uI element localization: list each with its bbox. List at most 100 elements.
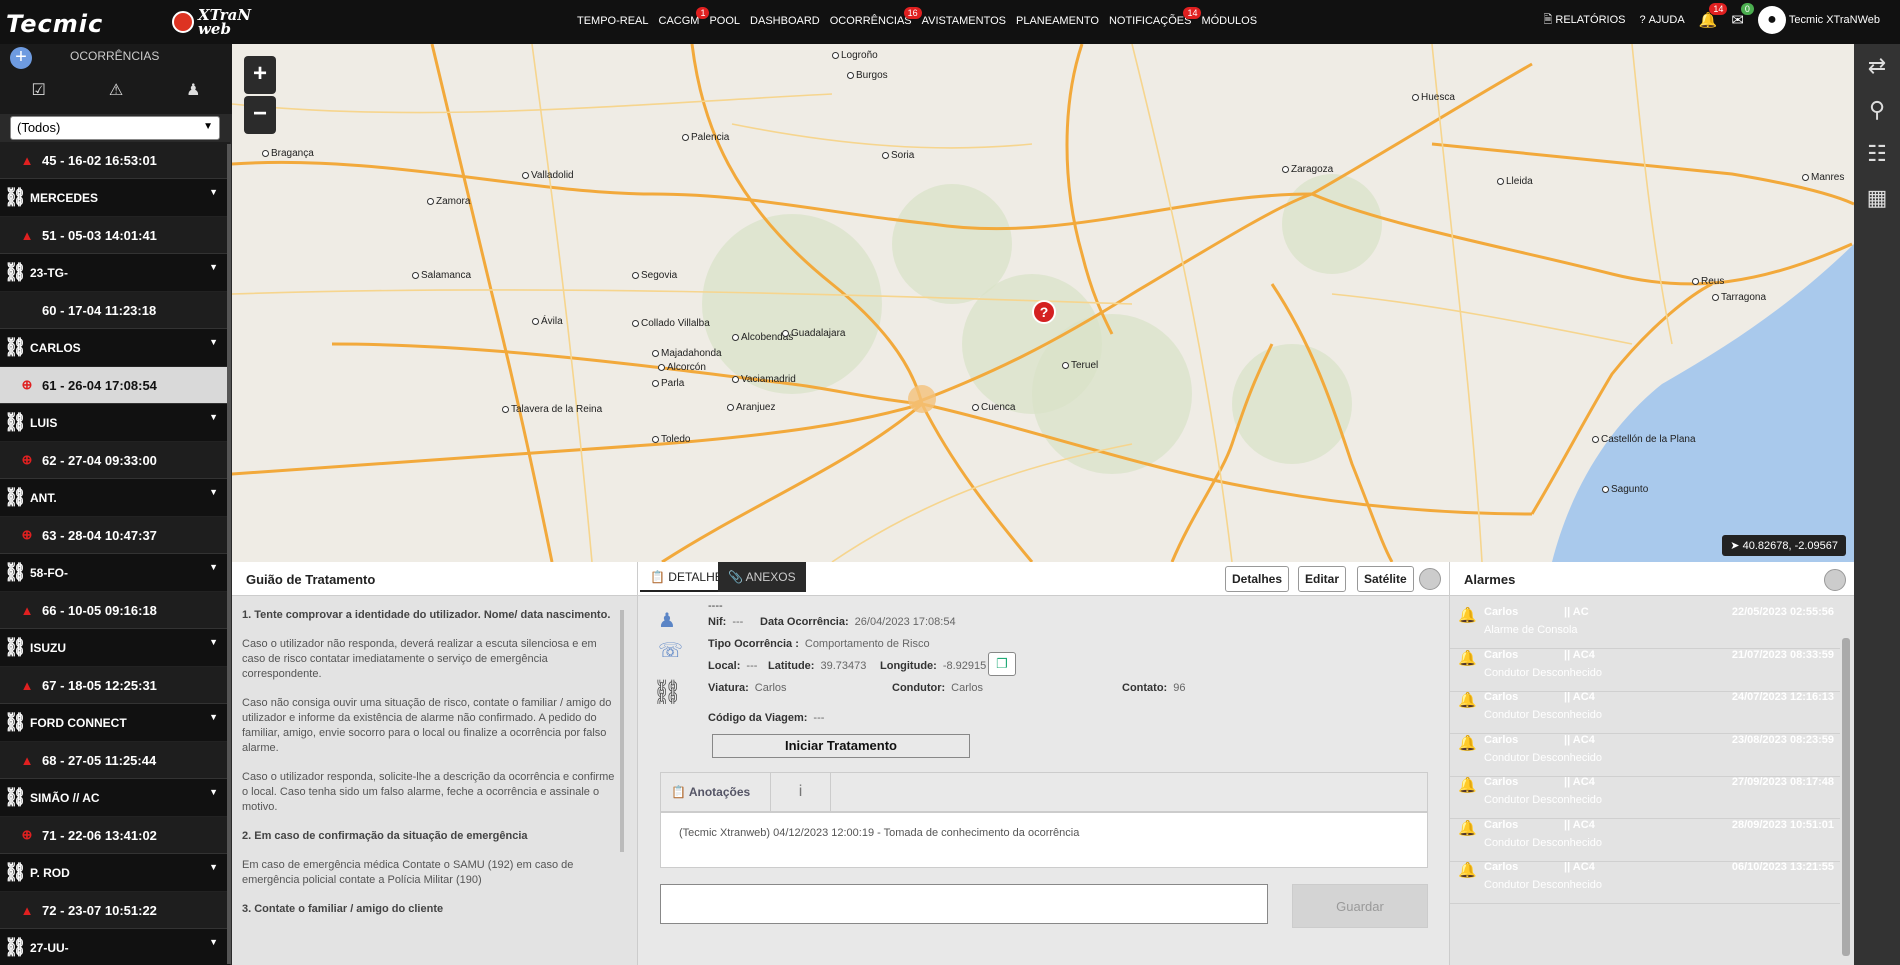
logo-line2: web [198,20,231,38]
vehicle-name: P. ROD [30,865,70,880]
occurrence-item[interactable]: ⊕ 71 - 22-06 13:41:02 [0,817,230,854]
help-link[interactable]: ? AJUDA [1639,14,1684,26]
occurrence-marker[interactable]: ? [1032,300,1056,324]
collapse-arrow-icon[interactable]: ▼ [209,337,218,347]
occurrence-item[interactable]: ▲ 51 - 05-03 14:01:41 [0,217,230,254]
nav-tempo-real[interactable]: TEMPO-REAL [577,15,649,27]
occurrence-item[interactable]: ⊕ 62 - 27-04 09:33:00 [0,442,230,479]
edit-button[interactable]: Editar [1298,566,1347,592]
zoom-in-button[interactable]: + [244,56,276,94]
vehicle-group[interactable]: ⛓ 58-FO- ▼ [0,554,230,592]
tecmic-logo[interactable]: Tecmic [6,10,103,38]
vehicle-group[interactable]: ⛓ ANT. ▼ [0,479,230,517]
city-label: Aranjuez [727,402,775,413]
alarms-scrollbar[interactable] [1842,638,1850,956]
alarm-date: 06/10/2023 13:21:55 [1731,861,1834,873]
details-button[interactable]: Detalhes [1225,566,1290,592]
collapse-arrow-icon[interactable]: ▼ [209,637,218,647]
target-icon: ⊕ [21,377,33,392]
occurrence-item[interactable]: ▲ 67 - 18-05 12:25:31 [0,667,230,704]
nav-m-dulos[interactable]: MÓDULOS [1201,15,1257,27]
collapse-arrow-icon[interactable]: ▼ [209,562,218,572]
reports-link[interactable]: 🗎 RELATÓRIOS [1544,11,1626,30]
sidebar-scrollbar[interactable] [227,144,231,964]
add-occurrence-button[interactable]: + [10,47,32,69]
vehicle-group[interactable]: ⛓ LUIS ▼ [0,404,230,442]
dashes: ---- [708,600,723,612]
user-menu[interactable]: ● Tecmic XTraNWeb [1757,6,1880,34]
vehicle-group[interactable]: ⛓ SIMÃO // AC ▼ [0,779,230,817]
collapse-arrow-icon[interactable]: ▼ [209,262,218,272]
alarms-title: Alarmes [1450,562,1854,596]
tab-annotations[interactable]: 📋 Anotações [661,773,771,811]
alarm-date: 23/08/2023 08:23:59 [1731,733,1834,746]
alarm-type: || AC4 [1564,818,1595,831]
guide-scrollbar[interactable] [620,610,624,852]
nav-notifica-es[interactable]: NOTIFICAÇÕES 14 [1109,7,1202,27]
vehicle-group[interactable]: ⛓ 23-TG- ▼ [0,254,230,292]
satellite-button[interactable]: Satélite [1357,566,1414,592]
alarms-panel: Alarmes 🔔 Carlos || AC 22/05/2023 02:55:56 A… [1450,562,1854,965]
alarm-type: || AC4 [1564,776,1595,788]
vehicle-group[interactable]: ⛓ ISUZU ▼ [0,629,230,667]
nav-ocorr-ncias[interactable]: OCORRÊNCIAS 16 [830,7,922,27]
vehicle-group[interactable]: ⛓ P. ROD ▼ [0,854,230,892]
occurrence-item[interactable]: ▲ 68 - 27-05 11:25:44 [0,742,230,779]
swap-icon[interactable]: ⇄ [1854,44,1900,88]
save-button[interactable]: Guardar [1292,884,1428,928]
globe-icon[interactable] [1419,568,1441,590]
alarm-row[interactable]: 🔔 Carlos || AC4 06/10/2023 13:21:55 Condutor… [1450,853,1840,904]
vehicle-name: CARLOS [30,340,81,355]
collapse-arrow-icon[interactable]: ▼ [209,487,218,497]
city-label: Talavera de la Reina [502,404,602,415]
filter-select[interactable]: (Todos) ▼ [10,116,220,140]
start-treatment-button[interactable]: Iniciar Tratamento [712,734,970,758]
nav-pool[interactable]: POOL [709,15,740,27]
map-view[interactable]: Logroño Burgos Palencia Bragança Zamora Valla… [232,44,1854,562]
collapse-arrow-icon[interactable]: ▼ [209,787,218,797]
occurrence-item[interactable]: ⊕ 63 - 28-04 10:47:37 [0,517,230,554]
truck-icon: ⛓ [4,637,27,657]
occurrence-item[interactable]: ▲ 45 - 16-02 16:53:01 [0,142,230,179]
alarm-description: Condutor Desconhecido [1484,794,1603,806]
nav-dashboard[interactable]: DASHBOARD [750,15,820,27]
tab-anexos[interactable]: 📎 ANEXOS [718,562,806,592]
city-label: Cuenca [972,402,1015,413]
collapse-arrow-icon[interactable]: ▼ [209,862,218,872]
occurrence-item[interactable]: 60 - 17-04 11:23:18 [0,292,230,329]
copy-coordinates-button[interactable]: ❐ [988,652,1016,676]
checklist-icon[interactable]: ☑ [31,80,45,100]
zoom-out-button[interactable]: − [244,96,276,134]
collapse-arrow-icon[interactable]: ▼ [209,412,218,422]
hierarchy-icon[interactable]: ☷ [1854,132,1900,176]
alarm-name: Carlos [1484,648,1519,661]
local-value: --- [746,660,758,672]
nav-cacgm[interactable]: CACGM 1 [659,7,710,27]
city-label: Reus [1692,276,1724,287]
collapse-arrow-icon[interactable]: ▼ [209,187,218,197]
nav-avistamentos[interactable]: AVISTAMENTOS [922,15,1006,27]
collapse-arrow-icon[interactable]: ▼ [209,712,218,722]
vehicle-group[interactable]: ⛓ FORD CONNECT ▼ [0,704,230,742]
table-icon[interactable]: ▦ [1854,176,1900,220]
occurrence-label: 63 - 28-04 10:47:37 [42,527,157,543]
search-icon[interactable]: ⚲ [1854,88,1900,132]
occurrence-item[interactable]: ⊕ 61 - 26-04 17:08:54 [0,367,230,404]
driver-icon[interactable]: ♟ [186,80,200,100]
vehicle-group[interactable]: ⛓ CARLOS ▼ [0,329,230,367]
nav-planeamento[interactable]: PLANEAMENTO [1016,15,1099,27]
tab-info[interactable]: i [771,773,831,811]
xtranweb-logo[interactable]: XTraN web [172,8,251,38]
vehicle-group[interactable]: ⛓ 27-UU- ▼ [0,929,230,965]
guide-paragraph: Em caso de emergência médica Contate o S… [242,859,574,886]
alarms-globe-icon[interactable] [1824,569,1846,591]
vehicle-name: 23-TG- [30,265,69,280]
warning-filter-icon[interactable]: ⚠ [109,80,123,100]
collapse-arrow-icon[interactable]: ▼ [209,937,218,947]
occurrence-item[interactable]: ▲ 66 - 10-05 09:16:18 [0,592,230,629]
messages-button[interactable]: ✉ 0 [1731,3,1754,29]
occurrence-item[interactable]: ▲ 72 - 23-07 10:51:22 [0,892,230,929]
notifications-button[interactable]: 🔔 14 [1699,3,1728,29]
vehicle-group[interactable]: ⛓ MERCEDES ▼ [0,179,230,217]
annotation-input[interactable] [660,884,1268,924]
